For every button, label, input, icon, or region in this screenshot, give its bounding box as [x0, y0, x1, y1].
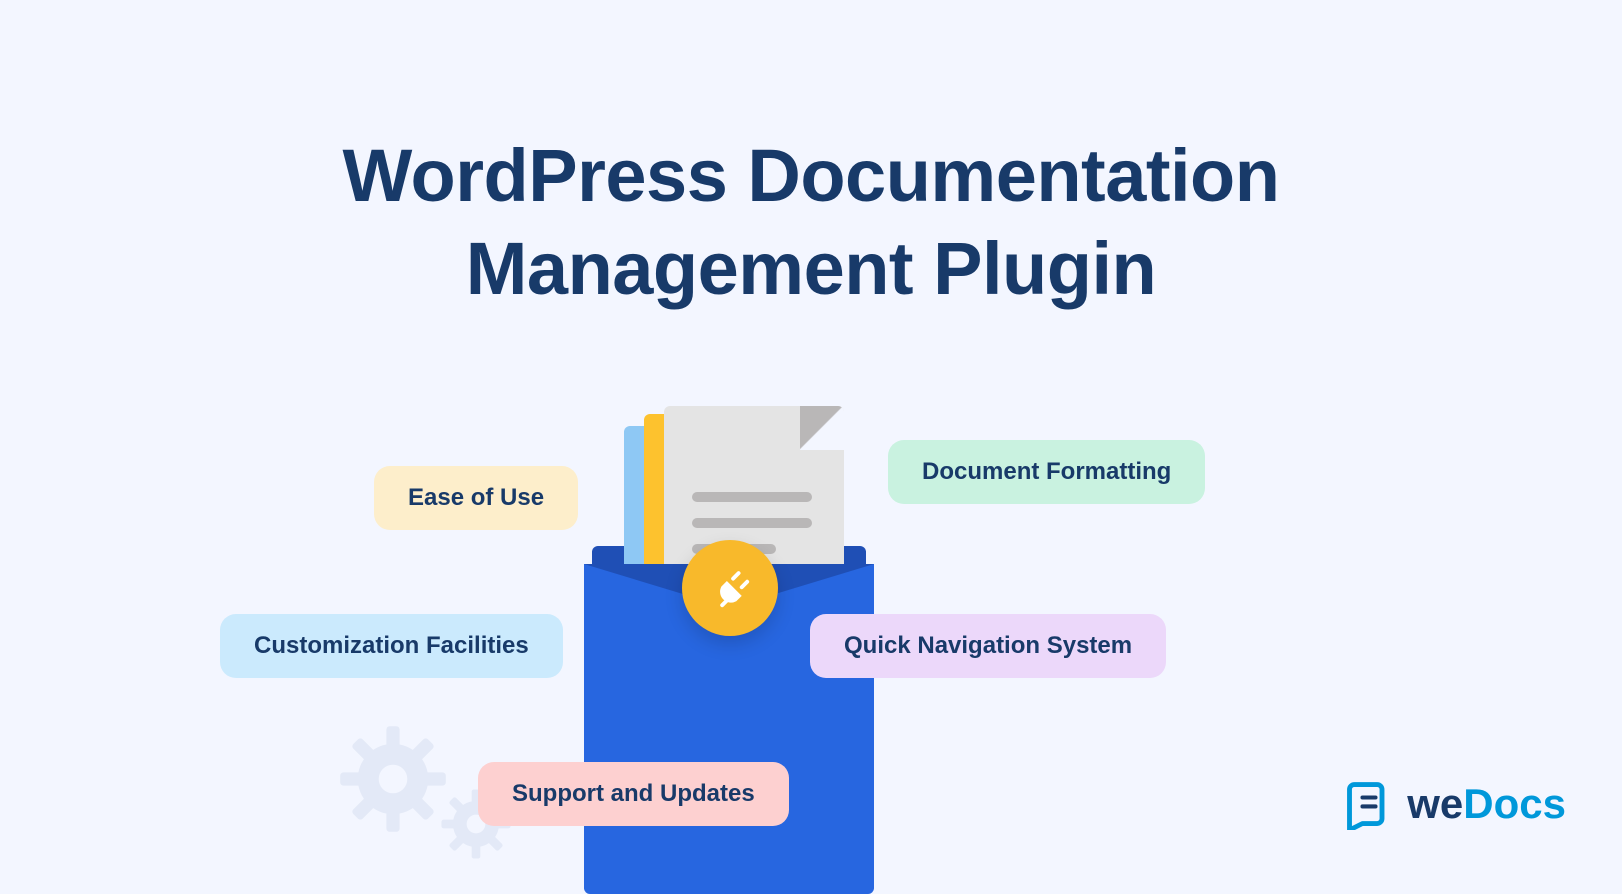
- wedocs-logo: weDocs: [1343, 778, 1566, 830]
- feature-pill-ease-of-use: Ease of Use: [374, 466, 578, 530]
- feature-pill-quick-navigation: Quick Navigation System: [810, 614, 1166, 678]
- wedocs-logo-text: weDocs: [1407, 780, 1566, 828]
- feature-pill-customization: Customization Facilities: [220, 614, 563, 678]
- feature-pill-document-formatting: Document Formatting: [888, 440, 1205, 504]
- title-line-1: WordPress Documentation: [343, 134, 1280, 217]
- plug-icon: [682, 540, 778, 636]
- feature-pill-support: Support and Updates: [478, 762, 789, 826]
- wedocs-logo-icon: [1343, 778, 1395, 830]
- main-title: WordPress Documentation Management Plugi…: [0, 130, 1622, 315]
- title-line-2: Management Plugin: [466, 227, 1156, 310]
